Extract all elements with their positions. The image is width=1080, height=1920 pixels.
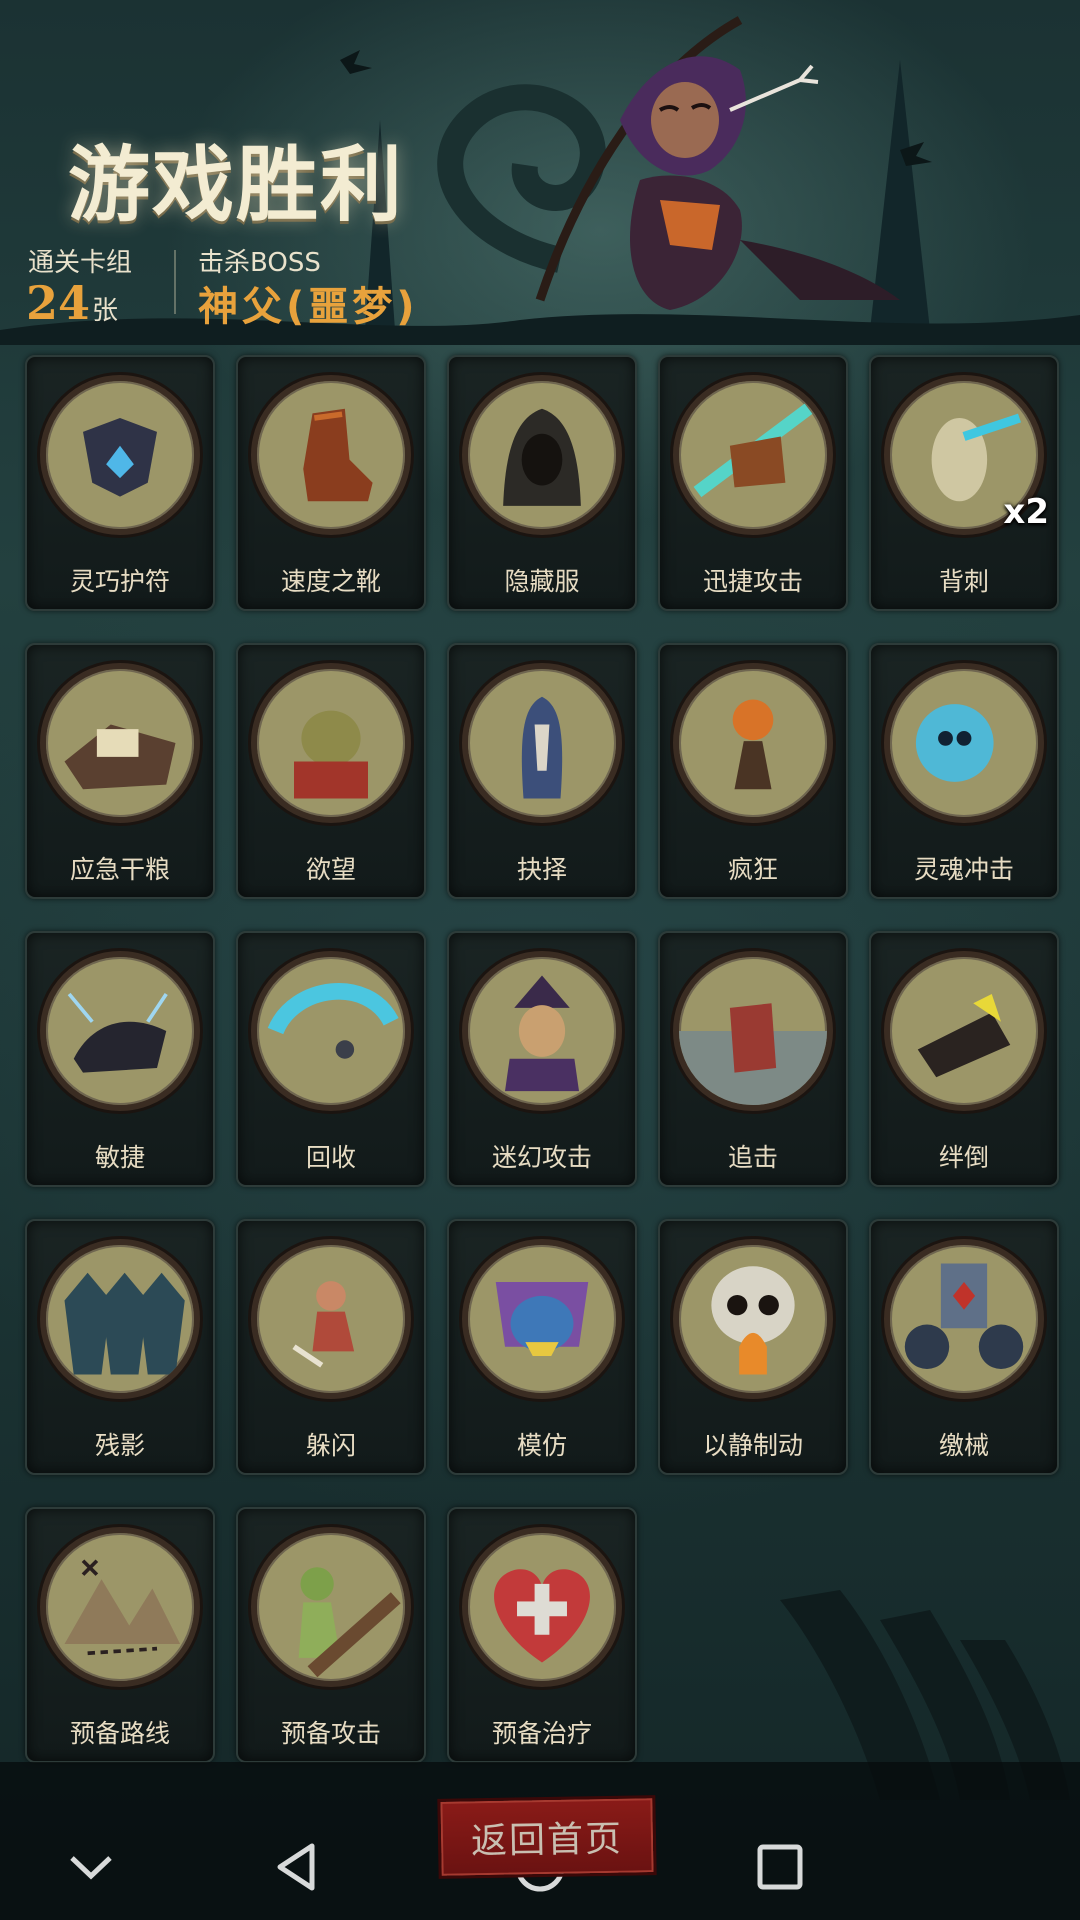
stat-divider — [174, 250, 176, 314]
victory-screen: 游戏胜利 通关卡组 24 张 击杀BOSS 神父(噩梦) 灵巧护符 速度之靴 隐藏服… — [0, 0, 1080, 1920]
skill-card-label: 速度之靴 — [280, 567, 381, 596]
skill-card[interactable]: 抉择 — [447, 643, 637, 899]
skill-card-label: 迅捷攻击 — [702, 567, 803, 596]
deck-unit: 张 — [92, 296, 119, 326]
skill-card[interactable]: 隐藏服 — [447, 355, 637, 611]
swift-strike-icon — [673, 375, 833, 535]
skill-card-label: 绊倒 — [938, 1143, 989, 1172]
dodge-icon — [251, 1239, 411, 1399]
skill-card[interactable]: 预备路线 — [25, 1507, 215, 1763]
skill-card[interactable]: 模仿 — [447, 1219, 637, 1475]
hero-archer-illustration — [535, 16, 900, 310]
recycle-icon — [251, 951, 411, 1111]
skill-card[interactable]: 缴械 — [869, 1219, 1059, 1475]
skill-card-label: 欲望 — [305, 855, 356, 884]
chevron-down-icon[interactable] — [56, 1832, 126, 1902]
skill-card[interactable]: 疯狂 — [658, 643, 848, 899]
skill-card[interactable]: 预备治疗 — [447, 1507, 637, 1763]
skill-card-label: 灵巧护符 — [69, 567, 170, 596]
boss-name: 神父(噩梦) — [198, 284, 419, 330]
skill-card[interactable]: 欲望 — [236, 643, 426, 899]
return-home-button[interactable]: 返回首页 — [437, 1795, 657, 1879]
count-badge: x2 — [1003, 492, 1049, 532]
back-triangle-icon[interactable] — [264, 1832, 334, 1902]
skill-card[interactable]: 速度之靴 — [236, 355, 426, 611]
skill-card[interactable]: 敏捷 — [25, 931, 215, 1187]
panther-icon — [40, 951, 200, 1111]
skill-card[interactable]: 残影 — [25, 1219, 215, 1475]
skill-card[interactable]: 灵巧护符 — [25, 355, 215, 611]
soul-blast-icon — [884, 663, 1044, 823]
skill-card-label: 抉择 — [516, 855, 567, 884]
illusion-icon — [462, 951, 622, 1111]
map-icon — [40, 1527, 200, 1687]
victory-title: 游戏胜利 — [68, 138, 405, 233]
skill-card-label: 模仿 — [516, 1431, 567, 1460]
skill-card-label: 回收 — [305, 1143, 356, 1172]
skill-card[interactable]: 回收 — [236, 931, 426, 1187]
madness-icon — [673, 663, 833, 823]
skill-card-label: 躲闪 — [305, 1431, 356, 1460]
skill-card[interactable]: 躲闪 — [236, 1219, 426, 1475]
hood-icon — [462, 375, 622, 535]
heart-heal-icon — [462, 1527, 622, 1687]
pursuit-icon — [673, 951, 833, 1111]
amulet-icon — [40, 375, 200, 535]
disarm-icon — [884, 1239, 1044, 1399]
afterimage-icon — [40, 1239, 200, 1399]
skill-card[interactable]: 灵魂冲击 — [869, 643, 1059, 899]
skill-card-label: 追击 — [727, 1143, 778, 1172]
skill-card-label: 迷幻攻击 — [491, 1143, 592, 1172]
skill-card-label: 残影 — [94, 1431, 145, 1460]
mimic-icon — [462, 1239, 622, 1399]
skill-card-label: 预备治疗 — [491, 1719, 592, 1748]
ready-attack-icon — [251, 1527, 411, 1687]
skill-card[interactable]: 预备攻击 — [236, 1507, 426, 1763]
skill-card-label: 以静制动 — [702, 1431, 803, 1460]
rations-icon — [40, 663, 200, 823]
skill-card-label: 疯狂 — [727, 855, 778, 884]
skill-card-label: 隐藏服 — [504, 567, 580, 596]
skill-card[interactable]: 绊倒 — [869, 931, 1059, 1187]
choice-icon — [462, 663, 622, 823]
deck-label: 通关卡组 — [28, 248, 133, 278]
skill-card[interactable]: 应急干粮 — [25, 643, 215, 899]
skill-card-label: 缴械 — [938, 1431, 989, 1460]
skill-card[interactable]: 迅捷攻击 — [658, 355, 848, 611]
recent-square-icon[interactable] — [745, 1832, 815, 1902]
skill-card[interactable]: 以静制动 — [658, 1219, 848, 1475]
boot-icon — [251, 375, 411, 535]
skill-card-label: 预备路线 — [69, 1719, 170, 1748]
trip-icon — [884, 951, 1044, 1111]
skill-card-label: 预备攻击 — [280, 1719, 381, 1748]
skill-card-label: 应急干粮 — [69, 855, 170, 884]
card-grid: 灵巧护符 速度之靴 隐藏服 迅捷攻击 x2 背刺应急干粮 欲望 抉择 疯狂 灵魂冲击敏捷 回收 迷幻攻… — [25, 355, 1059, 1763]
skill-card[interactable]: 追击 — [658, 931, 848, 1187]
deck-count: 24 — [26, 276, 91, 330]
skill-card[interactable]: x2 背刺 — [869, 355, 1059, 611]
skill-card[interactable]: 迷幻攻击 — [447, 931, 637, 1187]
skill-card-label: 背刺 — [938, 567, 989, 596]
skill-card-label: 敏捷 — [94, 1143, 145, 1172]
skull-icon — [673, 1239, 833, 1399]
greed-icon — [251, 663, 411, 823]
skill-card-label: 灵魂冲击 — [913, 855, 1014, 884]
